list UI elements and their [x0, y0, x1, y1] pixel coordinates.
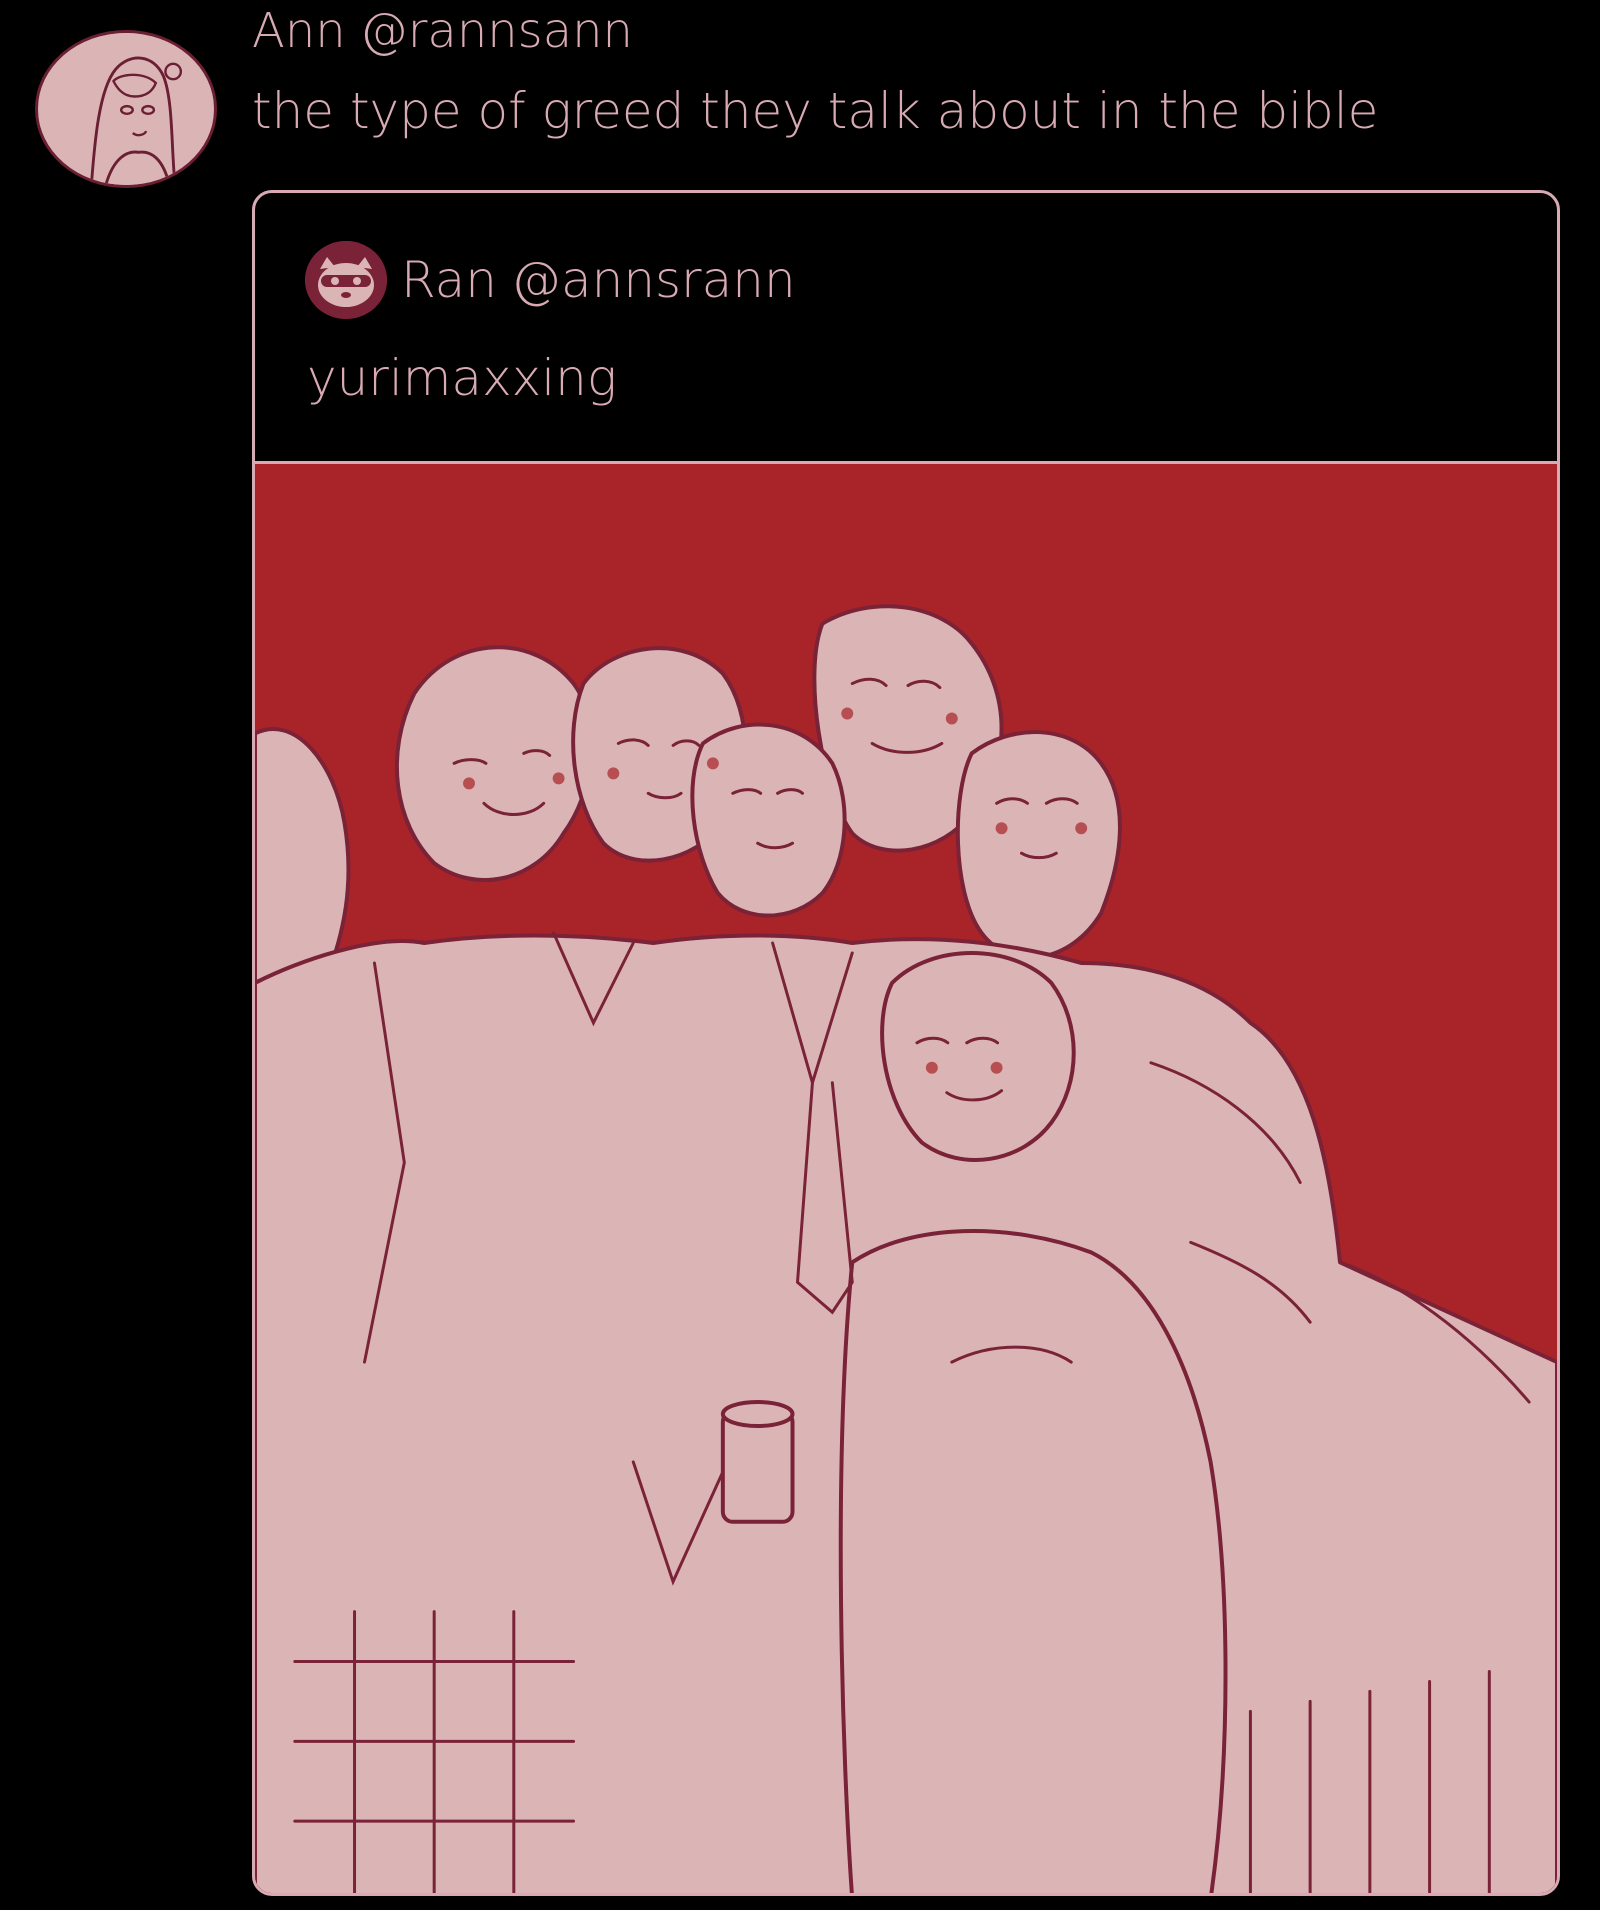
group-illustration: [255, 464, 1557, 1893]
quoted-tweet-media[interactable]: [255, 461, 1557, 1893]
quoted-tweet-header: Ran @annsrann: [305, 241, 796, 319]
raccoon-avatar-icon: [305, 241, 387, 319]
quoted-author-name[interactable]: Ran: [401, 251, 497, 309]
author-handle[interactable]: @rannsann: [360, 3, 633, 59]
tweet-header: Ann @rannsann: [252, 0, 633, 62]
quoted-author-avatar[interactable]: [305, 241, 387, 319]
quoted-tweet-text: yurimaxxing: [307, 349, 617, 407]
quoted-tweet-card[interactable]: Ran @annsrann yurimaxxing: [252, 190, 1560, 1896]
profile-portrait-icon: [38, 33, 214, 185]
author-name[interactable]: Ann: [252, 3, 346, 59]
author-avatar[interactable]: [35, 30, 217, 188]
quoted-author-handle[interactable]: @annsrann: [511, 251, 796, 309]
tweet-text: the type of greed they talk about in the…: [252, 82, 1379, 140]
